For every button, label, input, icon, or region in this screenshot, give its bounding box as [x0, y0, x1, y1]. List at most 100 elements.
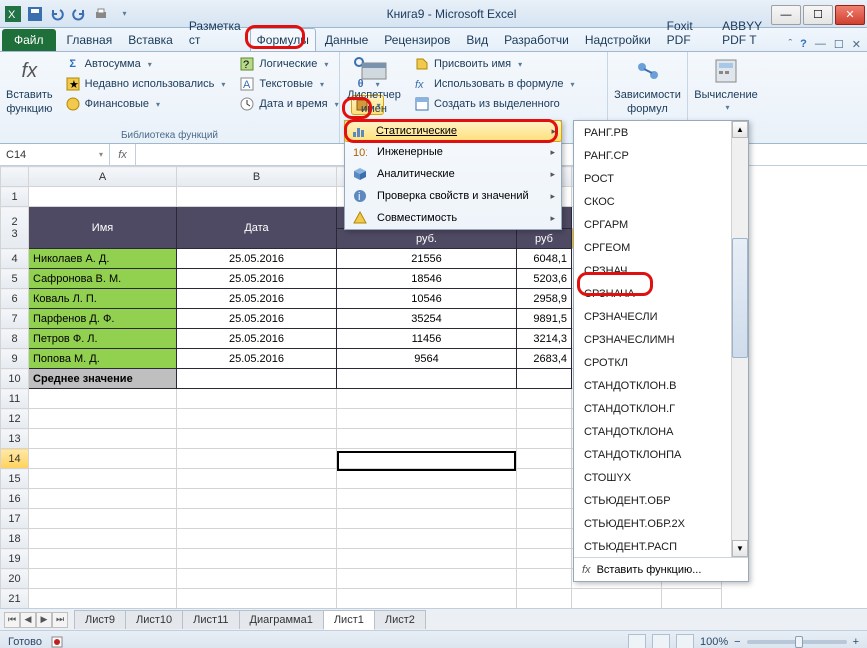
insert-function-link[interactable]: fx Вставить функцию...: [574, 557, 748, 581]
col-header-a[interactable]: A: [29, 167, 177, 187]
workbook-restore-icon[interactable]: ☐: [834, 38, 844, 51]
function-item[interactable]: СТАНДОТКЛОНА: [574, 420, 748, 443]
redo-icon[interactable]: [70, 5, 88, 23]
function-item[interactable]: РАНГ.СР: [574, 144, 748, 167]
logical-button[interactable]: ?Логические: [237, 55, 340, 73]
sheet-tab[interactable]: Лист10: [125, 610, 183, 629]
row-header[interactable]: 7: [1, 309, 29, 329]
function-item-srznach[interactable]: СРЗНАЧ: [574, 259, 748, 282]
tab-foxit[interactable]: Foxit PDF: [660, 14, 713, 51]
nav-last-icon[interactable]: ⏭: [52, 612, 68, 628]
scroll-thumb[interactable]: [732, 238, 748, 358]
insert-function-button[interactable]: fx Вставить функцию: [6, 55, 53, 115]
view-normal-button[interactable]: [628, 634, 646, 648]
create-from-selection-button[interactable]: Создать из выделенного: [412, 95, 577, 113]
macro-record-icon[interactable]: [50, 635, 64, 648]
function-item[interactable]: СТАНДОТКЛОН.Г: [574, 397, 748, 420]
menu-item-engineering[interactable]: 101Инженерные▸: [345, 141, 561, 163]
nav-first-icon[interactable]: ⏮: [4, 612, 20, 628]
formula-auditing-button[interactable]: Зависимости формул: [610, 55, 686, 126]
function-item[interactable]: СКОС: [574, 190, 748, 213]
menu-item-information[interactable]: iПроверка свойств и значений▸: [345, 185, 561, 207]
function-item[interactable]: СТАНДОТКЛОНПА: [574, 443, 748, 466]
sheet-tab[interactable]: Лист9: [74, 610, 126, 629]
save-icon[interactable]: [26, 5, 44, 23]
tab-insert[interactable]: Вставка: [121, 28, 180, 51]
tab-formulas[interactable]: Формулы: [250, 28, 316, 51]
tab-page-layout[interactable]: Разметка ст: [182, 14, 248, 51]
function-item[interactable]: СТЬЮДЕНТ.РАСП: [574, 535, 748, 557]
zoom-in-button[interactable]: +: [853, 636, 859, 648]
use-in-formula-button[interactable]: fxИспользовать в формуле: [412, 75, 577, 93]
row-header[interactable]: 9: [1, 349, 29, 369]
function-item[interactable]: СРЗНАЧЕСЛИМН: [574, 328, 748, 351]
name-box[interactable]: C14: [0, 144, 110, 165]
recently-used-button[interactable]: ★Недавно использовались: [63, 75, 228, 93]
workbook-minimize-icon[interactable]: —: [815, 38, 826, 51]
nav-next-icon[interactable]: ▶: [36, 612, 52, 628]
view-page-layout-button[interactable]: [652, 634, 670, 648]
view-page-break-button[interactable]: [676, 634, 694, 648]
menu-item-statistical[interactable]: Статистические▸: [344, 120, 562, 142]
financial-button[interactable]: Финансовые: [63, 95, 228, 113]
cell-name[interactable]: Николаев А. Д.: [29, 249, 177, 269]
ribbon-minimize-icon[interactable]: ˆ: [789, 38, 793, 51]
tab-addins[interactable]: Надстройки: [578, 28, 658, 51]
menu-item-cube[interactable]: Аналитические▸: [345, 163, 561, 185]
tab-review[interactable]: Рецензиров: [377, 28, 457, 51]
avg-label[interactable]: Среднее значение: [29, 369, 177, 389]
scroll-down-icon[interactable]: ▼: [732, 540, 748, 557]
text-button[interactable]: AТекстовые: [237, 75, 340, 93]
row-header[interactable]: 4: [1, 249, 29, 269]
sheet-tab[interactable]: Лист2: [374, 610, 426, 629]
define-name-button[interactable]: Присвоить имя: [412, 55, 577, 73]
function-item[interactable]: СРГАРМ: [574, 213, 748, 236]
function-item[interactable]: СТОШYX: [574, 466, 748, 489]
calculation-button[interactable]: Вычисление: [691, 55, 761, 112]
function-item[interactable]: СРОТКЛ: [574, 351, 748, 374]
tab-home[interactable]: Главная: [60, 28, 120, 51]
undo-icon[interactable]: [48, 5, 66, 23]
function-item[interactable]: СТЬЮДЕНТ.ОБР.2Х: [574, 512, 748, 535]
row-header[interactable]: 5: [1, 269, 29, 289]
function-item[interactable]: СТЬЮДЕНТ.ОБР: [574, 489, 748, 512]
scroll-up-icon[interactable]: ▲: [732, 121, 748, 138]
function-item[interactable]: РОСТ: [574, 167, 748, 190]
function-item[interactable]: СТАНДОТКЛОН.В: [574, 374, 748, 397]
help-icon[interactable]: ?: [800, 38, 807, 51]
function-item[interactable]: РАНГ.РВ: [574, 121, 748, 144]
workbook-close-icon[interactable]: ✕: [852, 38, 861, 51]
function-item[interactable]: СРГЕОМ: [574, 236, 748, 259]
menu-scrollbar[interactable]: ▲ ▼: [731, 121, 748, 557]
row-header[interactable]: 1: [1, 187, 29, 207]
row-header[interactable]: 6: [1, 289, 29, 309]
fx-label[interactable]: fx: [110, 144, 136, 165]
function-item[interactable]: СРЗНАЧА: [574, 282, 748, 305]
zoom-out-button[interactable]: −: [734, 636, 740, 648]
datetime-button[interactable]: Дата и время: [237, 95, 340, 113]
maximize-button[interactable]: ☐: [803, 5, 833, 25]
tab-abbyy[interactable]: ABBYY PDF T: [715, 14, 786, 51]
sheet-tab-active[interactable]: Лист1: [323, 610, 375, 630]
row-header[interactable]: 8: [1, 329, 29, 349]
tab-file[interactable]: Файл: [2, 29, 56, 51]
row-header[interactable]: 10: [1, 369, 29, 389]
qat-customize-icon[interactable]: [114, 5, 132, 23]
select-all[interactable]: [1, 167, 29, 187]
qat-print-icon[interactable]: [92, 5, 110, 23]
close-button[interactable]: ✕: [835, 5, 865, 25]
name-manager-button[interactable]: Диспетчер имен: [346, 55, 402, 115]
autosum-button[interactable]: ΣАвтосумма: [63, 55, 228, 73]
sheet-tab[interactable]: Диаграмма1: [239, 610, 324, 629]
tab-view[interactable]: Вид: [459, 28, 495, 51]
menu-item-compatibility[interactable]: Совместимость▸: [345, 207, 561, 229]
zoom-level[interactable]: 100%: [700, 636, 728, 648]
tab-data[interactable]: Данные: [318, 28, 375, 51]
function-item[interactable]: СРЗНАЧЕСЛИ: [574, 305, 748, 328]
nav-prev-icon[interactable]: ◀: [20, 612, 36, 628]
col-header-b[interactable]: B: [177, 167, 337, 187]
row-header[interactable]: 23: [1, 207, 29, 249]
zoom-slider[interactable]: [747, 640, 847, 644]
tab-developer[interactable]: Разработчи: [497, 28, 576, 51]
sheet-tab[interactable]: Лист11: [182, 610, 239, 629]
